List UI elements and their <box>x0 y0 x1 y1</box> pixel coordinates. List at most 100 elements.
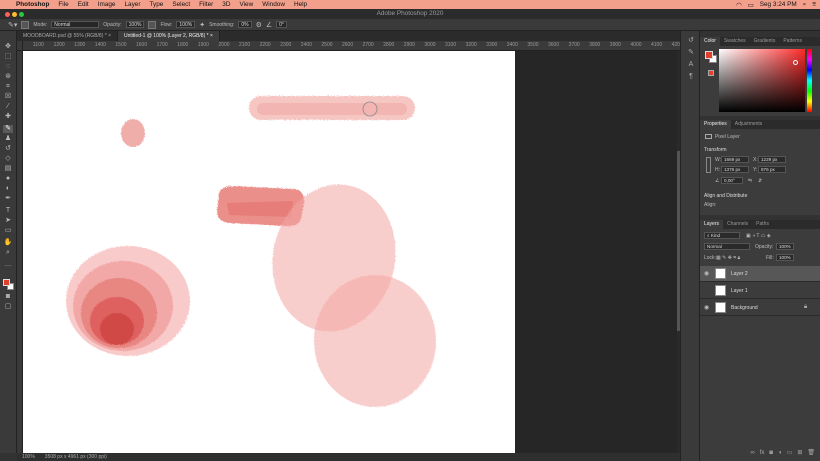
color-field[interactable] <box>719 49 805 112</box>
y-field[interactable]: 876 px <box>758 166 786 173</box>
flow-field[interactable]: 100% <box>176 21 196 28</box>
opacity-field[interactable]: 100% <box>125 21 145 28</box>
menu-layer[interactable]: Layer <box>124 1 140 8</box>
tab-adjustments[interactable]: Adjustments <box>731 120 767 129</box>
dodge-tool-icon[interactable]: ◐ <box>3 185 13 193</box>
menu-3d[interactable]: 3D <box>222 1 230 8</box>
menu-image[interactable]: Image <box>98 1 116 8</box>
layer-style-icon[interactable]: fx <box>760 447 765 459</box>
close-tab-icon[interactable]: × <box>210 33 213 39</box>
quick-selection-tool-icon[interactable]: ⊛ <box>3 73 13 81</box>
visibility-eye-icon[interactable]: ◉ <box>704 304 709 311</box>
blend-mode-select[interactable]: Normal <box>704 243 750 250</box>
tab-moodboard[interactable]: MOODBOARD.psd @ 55% (RGB/8) * × <box>17 31 119 41</box>
tab-layers[interactable]: Layers <box>700 220 724 229</box>
gradient-tool-icon[interactable]: ▤ <box>3 165 13 173</box>
width-field[interactable]: 1669 px <box>721 156 749 163</box>
wifi-icon[interactable]: ◠ <box>736 1 742 9</box>
add-mask-icon[interactable]: ◙ <box>769 447 773 459</box>
color-picker-ring[interactable] <box>793 60 798 65</box>
tab-properties[interactable]: Properties <box>700 120 731 129</box>
fill-field[interactable]: 100% <box>776 254 794 261</box>
zoom-window-button[interactable] <box>19 12 24 17</box>
brush-preset-icon[interactable]: ✎▾ <box>8 21 17 29</box>
filter-icons[interactable]: ▣ ◑ T ▭ ◈ <box>746 233 771 239</box>
menu-filter[interactable]: Filter <box>199 1 213 8</box>
zoom-tool-icon[interactable]: ⌕ <box>3 249 13 257</box>
tab-untitled-1[interactable]: Untitled-1 @ 100% (Layer 2, RGB/8) * × <box>118 31 220 41</box>
search-icon[interactable]: ⌕ <box>803 1 807 9</box>
control-center-icon[interactable]: ≡ <box>812 1 816 8</box>
menu-file[interactable]: File <box>58 1 68 8</box>
mode-select[interactable]: Normal <box>51 21 100 28</box>
menu-window[interactable]: Window <box>262 1 285 8</box>
pressure-opacity-icon[interactable] <box>148 20 157 29</box>
blur-tool-icon[interactable]: ● <box>3 175 13 183</box>
hand-tool-icon[interactable]: ✋ <box>3 239 13 247</box>
clock[interactable]: Seg 3:24 PM <box>760 1 797 8</box>
menu-type[interactable]: Type <box>149 1 163 8</box>
adjustment-layer-icon[interactable]: ◑ <box>778 447 782 459</box>
tab-swatches[interactable]: Swatches <box>720 37 750 46</box>
new-layer-icon[interactable]: ⊞ <box>797 447 802 459</box>
menu-app-name[interactable]: Photoshop <box>16 1 49 8</box>
lock-icons[interactable]: ▦ ✎ ✥ ⌗ 🔒︎ <box>716 255 740 261</box>
rectangle-tool-icon[interactable]: ▭ <box>3 227 13 235</box>
foreground-color-swatch[interactable] <box>3 279 10 286</box>
healing-brush-tool-icon[interactable]: ✚ <box>3 113 13 121</box>
zoom-level[interactable]: 100% <box>22 453 35 461</box>
paragraph-panel-icon[interactable]: ¶ <box>686 73 696 81</box>
document-info[interactable]: 3508 px x 4961 px (300 ppi) <box>45 453 107 461</box>
flip-vertical-icon[interactable]: ⇵ <box>758 178 762 184</box>
crop-tool-icon[interactable]: ⌗ <box>3 83 13 91</box>
tab-color[interactable]: Color <box>700 37 720 46</box>
align-section-title[interactable]: Align and Distribute <box>704 193 747 199</box>
layer-filter-select[interactable]: ⌕ Kind <box>704 232 740 239</box>
x-field[interactable]: 1229 px <box>758 156 786 163</box>
tab-channels[interactable]: Channels <box>723 220 752 229</box>
flip-horizontal-icon[interactable]: ⇋ <box>748 178 752 184</box>
brush-tool-icon[interactable]: ✎ <box>3 125 13 133</box>
link-layers-icon[interactable]: ∞ <box>750 447 754 459</box>
brush-angle-field[interactable]: 0° <box>276 21 287 28</box>
horizontal-ruler[interactable]: 1100 1200 1300 1400 1500 1600 1700 1800 1900 2000… <box>23 41 680 51</box>
tab-patterns[interactable]: Patterns <box>779 37 806 46</box>
height-field[interactable]: 1376 px <box>721 166 749 173</box>
clone-stamp-tool-icon[interactable]: ♟ <box>3 135 13 143</box>
screen-mode-icon[interactable]: ▢ <box>3 303 13 311</box>
visibility-eye-icon[interactable]: ◉ <box>704 270 709 277</box>
menu-select[interactable]: Select <box>172 1 190 8</box>
airbrush-icon[interactable]: ✦ <box>199 21 205 29</box>
brush-settings-icon[interactable] <box>21 20 30 29</box>
close-window-button[interactable] <box>5 12 10 17</box>
battery-icon[interactable]: ▭ <box>748 1 754 9</box>
layer-row-layer-2[interactable]: ◉ Layer 2 <box>700 266 820 282</box>
minimize-window-button[interactable] <box>12 12 17 17</box>
frame-tool-icon[interactable]: ☒ <box>3 93 13 101</box>
layer-name[interactable]: Layer 1 <box>731 288 748 294</box>
menu-view[interactable]: View <box>239 1 253 8</box>
history-panel-icon[interactable]: ↺ <box>686 37 696 45</box>
tab-paths[interactable]: Paths <box>752 220 773 229</box>
menu-help[interactable]: Help <box>294 1 307 8</box>
new-group-icon[interactable]: ▭ <box>787 447 793 459</box>
brush-settings-panel-icon[interactable]: ✎ <box>686 49 696 57</box>
lasso-tool-icon[interactable]: ◌ <box>3 63 13 71</box>
smoothing-field[interactable]: 0% <box>238 21 252 28</box>
layer-row-background[interactable]: ◉ Background 🔒︎ <box>700 300 820 316</box>
hue-slider[interactable] <box>807 49 812 112</box>
transform-section-title[interactable]: Transform <box>704 147 727 153</box>
layer-opacity-field[interactable]: 100% <box>776 243 794 250</box>
eraser-tool-icon[interactable]: ◇ <box>3 155 13 163</box>
rotation-field[interactable]: 0,00° <box>721 177 743 184</box>
marquee-tool-icon[interactable]: ⬚ <box>3 53 13 61</box>
canvas[interactable] <box>23 51 515 453</box>
more-tools-icon[interactable]: … <box>3 261 13 269</box>
eyedropper-tool-icon[interactable]: ⁄ <box>3 103 13 111</box>
link-icon[interactable] <box>706 157 711 173</box>
quick-mask-icon[interactable]: ◙ <box>3 293 13 301</box>
menu-edit[interactable]: Edit <box>78 1 89 8</box>
move-tool-icon[interactable]: ✥ <box>3 43 13 51</box>
layer-name[interactable]: Layer 2 <box>731 271 748 277</box>
foreground-swatch[interactable] <box>705 51 713 59</box>
